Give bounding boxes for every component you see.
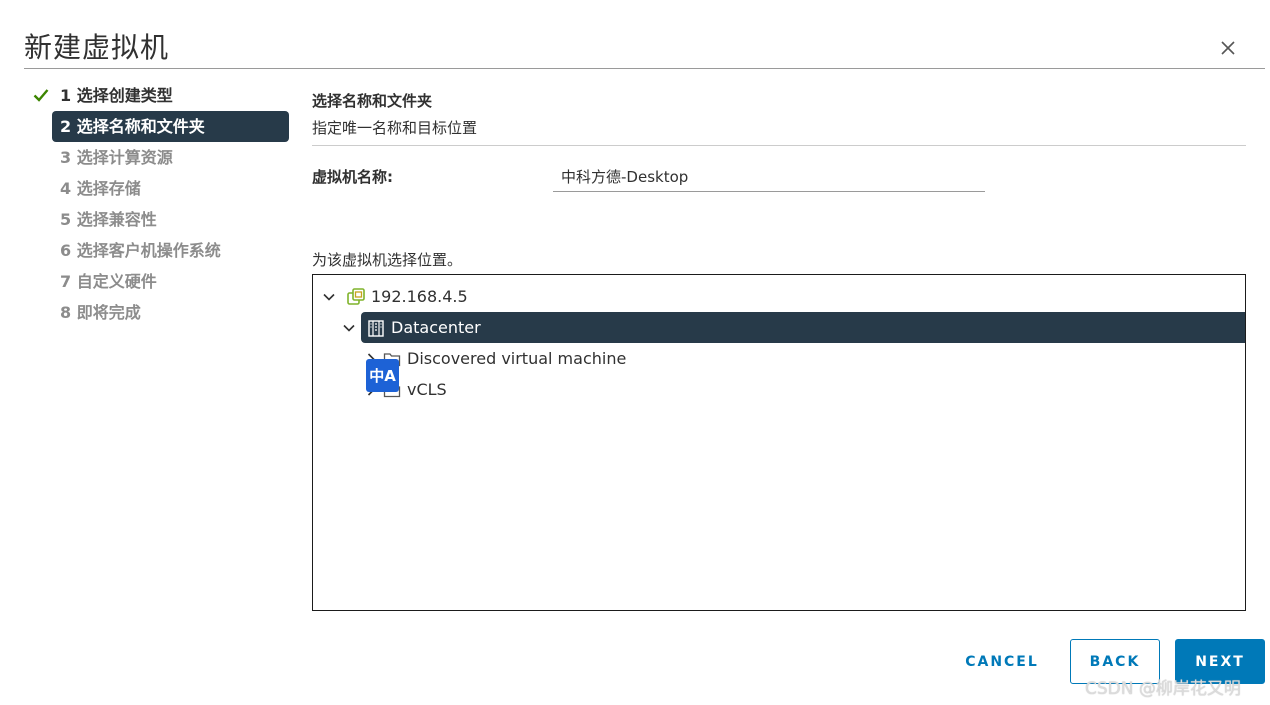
tree-node-datacenter[interactable]: Datacenter — [361, 312, 1245, 343]
close-icon — [1221, 41, 1235, 55]
tree-node-discovered-vm[interactable]: Discovered virtual machine — [363, 343, 1243, 374]
section-divider — [312, 145, 1246, 146]
tree-node-label: Discovered virtual machine — [407, 349, 627, 368]
step-6-select-guest-os: 6 选择客户机操作系统 — [24, 235, 292, 266]
step-7-customize-hardware: 7 自定义硬件 — [24, 266, 292, 297]
vcenter-icon — [347, 287, 365, 306]
chevron-down-icon[interactable] — [341, 320, 357, 336]
step-4-select-storage: 4 选择存储 — [24, 173, 292, 204]
section-subtitle: 指定唯一名称和目标位置 — [312, 119, 478, 137]
step-1-select-type[interactable]: 1 选择创建类型 — [24, 80, 292, 111]
tree-node-vcls[interactable]: vCLS — [363, 374, 1243, 405]
tree-node-label: 192.168.4.5 — [371, 287, 468, 306]
tree-node-label: Datacenter — [391, 318, 481, 337]
check-icon — [33, 89, 49, 102]
location-label: 为该虚拟机选择位置。 — [312, 251, 463, 269]
step-label: 4 选择存储 — [60, 179, 141, 198]
step-label: 5 选择兼容性 — [60, 210, 157, 229]
step-label: 2 选择名称和文件夹 — [60, 117, 205, 136]
cancel-button[interactable]: CANCEL — [950, 639, 1054, 684]
vm-name-label: 虚拟机名称: — [312, 168, 393, 186]
chevron-down-icon[interactable] — [321, 289, 337, 305]
translate-badge-icon[interactable]: 中A — [366, 359, 399, 392]
vm-name-input[interactable] — [553, 161, 985, 192]
wizard-steps: 1 选择创建类型 2 选择名称和文件夹 3 选择计算资源 4 选择存储 5 选择… — [24, 80, 292, 328]
section-title: 选择名称和文件夹 — [312, 92, 433, 110]
tree-node-label: vCLS — [407, 380, 447, 399]
new-vm-dialog: 新建虚拟机 1 选择创建类型 2 选择名称和文件夹 3 选择计算资源 4 选择存… — [0, 0, 1270, 705]
dialog-title: 新建虚拟机 — [24, 31, 170, 64]
location-tree[interactable]: 192.168.4.5 Datacenter Discovered virtua… — [312, 274, 1246, 611]
header-divider — [24, 68, 1265, 69]
step-label: 1 选择创建类型 — [60, 86, 173, 105]
step-label: 8 即将完成 — [60, 303, 141, 322]
step-label: 7 自定义硬件 — [60, 272, 157, 291]
watermark: CSDN @柳岸花又明 — [1085, 679, 1241, 699]
step-2-select-name-folder[interactable]: 2 选择名称和文件夹 — [52, 111, 289, 142]
step-label: 3 选择计算资源 — [60, 148, 173, 167]
close-button[interactable] — [1216, 36, 1240, 60]
tree-node-vcenter[interactable]: 192.168.4.5 — [321, 281, 1241, 312]
datacenter-icon — [367, 319, 385, 337]
step-label: 6 选择客户机操作系统 — [60, 241, 221, 260]
step-3-select-compute: 3 选择计算资源 — [24, 142, 292, 173]
step-8-ready-to-complete: 8 即将完成 — [24, 297, 292, 328]
step-5-select-compatibility: 5 选择兼容性 — [24, 204, 292, 235]
